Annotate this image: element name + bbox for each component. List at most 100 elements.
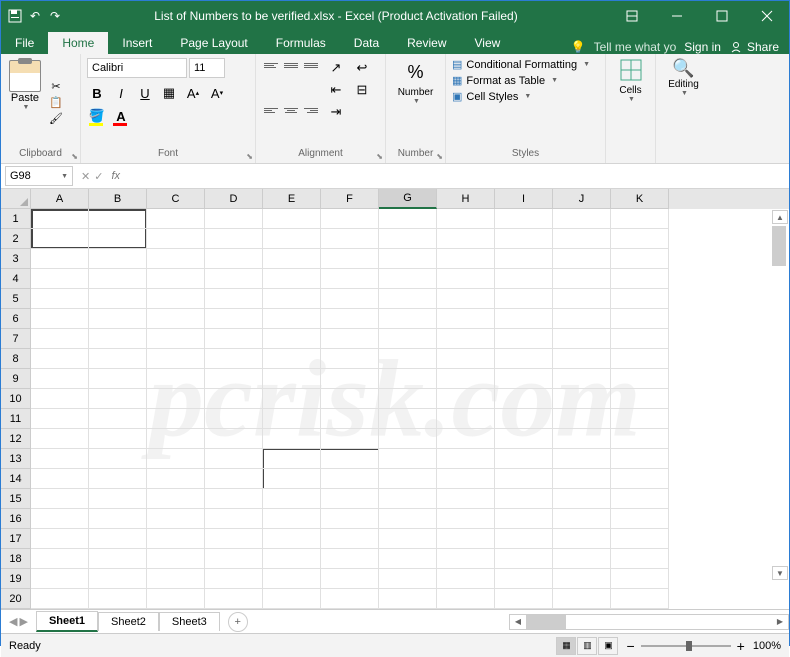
cell[interactable] — [321, 549, 379, 569]
cell[interactable] — [205, 509, 263, 529]
cell-grid[interactable] — [31, 209, 789, 609]
cells-icon[interactable] — [619, 58, 643, 85]
font-size-select[interactable] — [189, 58, 225, 78]
cell[interactable] — [31, 469, 89, 489]
cell[interactable] — [379, 489, 437, 509]
column-header-D[interactable]: D — [205, 189, 263, 209]
increase-font-button[interactable]: A▴ — [183, 83, 203, 103]
cell[interactable] — [89, 309, 147, 329]
cell[interactable] — [321, 309, 379, 329]
add-sheet-button[interactable]: + — [228, 612, 248, 632]
cell[interactable] — [553, 409, 611, 429]
cell[interactable] — [437, 369, 495, 389]
cell[interactable] — [321, 529, 379, 549]
sheet-tab-2[interactable]: Sheet2 — [98, 612, 159, 631]
cell[interactable] — [89, 329, 147, 349]
cell[interactable] — [553, 509, 611, 529]
hscroll-thumb[interactable] — [526, 615, 566, 629]
cell[interactable] — [147, 409, 205, 429]
cell[interactable] — [205, 269, 263, 289]
tab-data[interactable]: Data — [340, 32, 393, 54]
fx-label[interactable]: fx — [107, 170, 124, 182]
hscroll-right[interactable]: ▶ — [772, 615, 788, 629]
cell[interactable] — [205, 589, 263, 609]
border-button[interactable]: ▦ — [159, 83, 179, 103]
wrap-text-button[interactable]: ↩ — [352, 58, 372, 78]
row-header-6[interactable]: 6 — [1, 309, 31, 329]
cell[interactable] — [147, 269, 205, 289]
cell[interactable] — [553, 249, 611, 269]
cell[interactable] — [31, 289, 89, 309]
cell[interactable] — [495, 549, 553, 569]
row-header-15[interactable]: 15 — [1, 489, 31, 509]
row-header-16[interactable]: 16 — [1, 509, 31, 529]
column-header-K[interactable]: K — [611, 189, 669, 209]
cell[interactable] — [205, 369, 263, 389]
cell[interactable] — [31, 329, 89, 349]
redo-icon[interactable]: ↷ — [47, 8, 63, 24]
cell[interactable] — [89, 269, 147, 289]
cell[interactable] — [553, 349, 611, 369]
cell[interactable] — [437, 549, 495, 569]
column-header-I[interactable]: I — [495, 189, 553, 209]
cut-icon[interactable]: ✂ — [47, 79, 65, 93]
cell[interactable] — [437, 209, 495, 229]
cell[interactable] — [611, 209, 669, 229]
cell[interactable] — [31, 229, 89, 249]
row-header-10[interactable]: 10 — [1, 389, 31, 409]
minimize-button[interactable] — [654, 1, 699, 30]
font-color-button[interactable]: A — [111, 106, 131, 126]
cell[interactable] — [553, 209, 611, 229]
cell[interactable] — [263, 569, 321, 589]
cell[interactable] — [263, 469, 321, 489]
row-header-9[interactable]: 9 — [1, 369, 31, 389]
row-header-20[interactable]: 20 — [1, 589, 31, 609]
column-header-J[interactable]: J — [553, 189, 611, 209]
tab-pagelayout[interactable]: Page Layout — [166, 32, 261, 54]
fill-color-button[interactable]: 🪣 — [87, 106, 107, 126]
cell[interactable] — [147, 289, 205, 309]
number-format-button[interactable]: Number — [398, 87, 434, 98]
cell[interactable] — [437, 249, 495, 269]
cell[interactable] — [495, 229, 553, 249]
cell[interactable] — [379, 249, 437, 269]
cell[interactable] — [611, 409, 669, 429]
cell[interactable] — [31, 589, 89, 609]
vscroll-thumb[interactable] — [772, 226, 786, 266]
cell[interactable] — [31, 549, 89, 569]
cell[interactable] — [31, 309, 89, 329]
cell[interactable] — [495, 409, 553, 429]
cell[interactable] — [553, 369, 611, 389]
formula-input[interactable] — [124, 166, 789, 186]
cell[interactable] — [321, 269, 379, 289]
cell[interactable] — [89, 209, 147, 229]
font-name-select[interactable] — [87, 58, 187, 78]
cell[interactable] — [379, 209, 437, 229]
undo-icon[interactable]: ↶ — [27, 8, 43, 24]
enter-formula-icon[interactable]: ✓ — [94, 170, 103, 183]
sheet-tab-3[interactable]: Sheet3 — [159, 612, 220, 631]
save-icon[interactable] — [7, 8, 23, 24]
align-top[interactable] — [262, 58, 280, 72]
name-box[interactable]: G98▼ — [5, 166, 73, 186]
cell[interactable] — [611, 229, 669, 249]
cell[interactable] — [611, 429, 669, 449]
cell[interactable] — [321, 589, 379, 609]
cell[interactable] — [611, 289, 669, 309]
cell[interactable] — [89, 549, 147, 569]
format-as-table-button[interactable]: ▦Format as Table ▼ — [452, 74, 599, 87]
cell[interactable] — [321, 469, 379, 489]
cell[interactable] — [205, 309, 263, 329]
cell[interactable] — [611, 449, 669, 469]
signin-button[interactable]: Sign in — [684, 40, 721, 54]
tab-view[interactable]: View — [461, 32, 515, 54]
cell[interactable] — [321, 329, 379, 349]
cell[interactable] — [205, 569, 263, 589]
align-right[interactable] — [302, 103, 320, 117]
cell[interactable] — [147, 229, 205, 249]
select-all-button[interactable] — [1, 189, 31, 209]
cell[interactable] — [89, 409, 147, 429]
close-button[interactable] — [744, 1, 789, 30]
underline-button[interactable]: U — [135, 83, 155, 103]
cell[interactable] — [553, 469, 611, 489]
